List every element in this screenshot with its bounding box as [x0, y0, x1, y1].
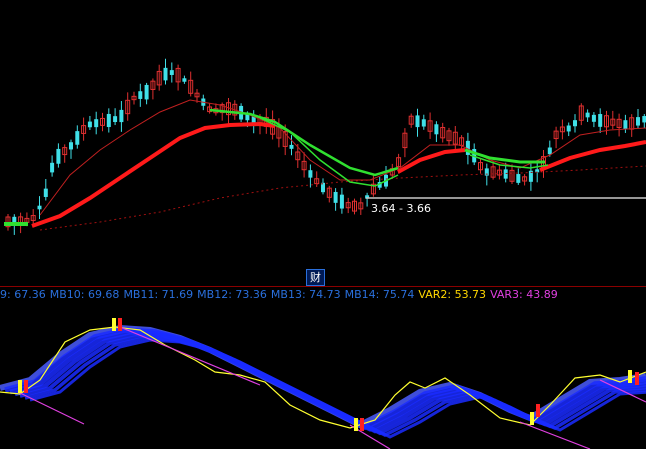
candle-body: [434, 124, 439, 135]
candle-body: [106, 113, 111, 128]
candle-body: [566, 125, 571, 132]
candles-layer: [5, 58, 646, 235]
candle-body: [591, 114, 596, 122]
legend-item: VAR2: 53.73: [418, 288, 487, 301]
ma-green-2: [259, 117, 399, 187]
candle-body: [585, 112, 590, 118]
legend-item: VAR3: 43.89: [490, 288, 558, 301]
candle-body: [333, 191, 338, 203]
candle-body: [573, 120, 577, 127]
signal-bar: [360, 418, 364, 431]
legend-item: MB12: 73.36: [197, 288, 267, 301]
var3-trendline: [119, 326, 261, 386]
candle-body: [43, 188, 48, 197]
ma-main-red: [397, 148, 466, 174]
candle-body: [94, 119, 99, 128]
candle-body: [547, 147, 552, 155]
candle-body: [289, 144, 294, 149]
candle-body: [339, 194, 344, 209]
candle-body: [182, 78, 187, 82]
candle-body: [642, 116, 646, 123]
candle-body: [623, 120, 628, 130]
legend-item: MB11: 71.69: [123, 288, 194, 301]
candle-body: [421, 119, 426, 127]
candlestick-chart[interactable]: [0, 0, 646, 449]
signal-bar: [635, 372, 639, 385]
indicator-legend: 9: 67.36 MB10: 69.68 MB11: 71.69 MB12: 73.3…: [0, 288, 562, 302]
candle-body: [56, 148, 61, 164]
legend-item: 9: 67.36: [0, 288, 46, 301]
signal-bar: [118, 318, 122, 331]
candle-body: [69, 142, 73, 150]
candle-body: [37, 205, 42, 210]
candle-body: [113, 116, 118, 123]
signal-bar: [24, 380, 28, 393]
candle-body: [503, 169, 508, 179]
candle-body: [75, 131, 80, 145]
candle-body: [169, 70, 174, 75]
candle-body: [516, 174, 521, 183]
candle-body: [144, 84, 149, 100]
signal-bar: [112, 318, 116, 331]
candle-body: [50, 162, 55, 173]
candle-body: [308, 170, 313, 178]
price-range-label: 3.64 - 3.66: [371, 202, 431, 215]
legend-item: MB14: 75.74: [344, 288, 415, 301]
ma-main-red: [31, 121, 276, 228]
var3-trendline: [17, 391, 85, 425]
signal-bar: [18, 380, 22, 393]
legend-item: MB10: 69.68: [49, 288, 120, 301]
signal-bar: [354, 418, 358, 431]
oscillator-layer: [0, 318, 646, 449]
candle-body: [163, 67, 168, 81]
candle-body: [138, 91, 143, 99]
chart-stage: 3.64 - 3.66 财 9: 67.36 MB10: 69.68 MB11: 7…: [0, 0, 646, 449]
candle-body: [415, 115, 420, 128]
finance-icon-glyph: 财: [310, 271, 321, 284]
candle-body: [598, 114, 603, 127]
finance-icon[interactable]: 财: [306, 269, 325, 286]
legend-item: MB13: 74.73: [270, 288, 341, 301]
ma-green-3: [464, 148, 545, 164]
signal-bar: [628, 370, 632, 383]
candle-body: [119, 109, 124, 123]
signal-bar: [536, 404, 540, 417]
candle-body: [636, 117, 640, 126]
candle-body: [87, 121, 92, 128]
signal-bar: [530, 412, 534, 425]
